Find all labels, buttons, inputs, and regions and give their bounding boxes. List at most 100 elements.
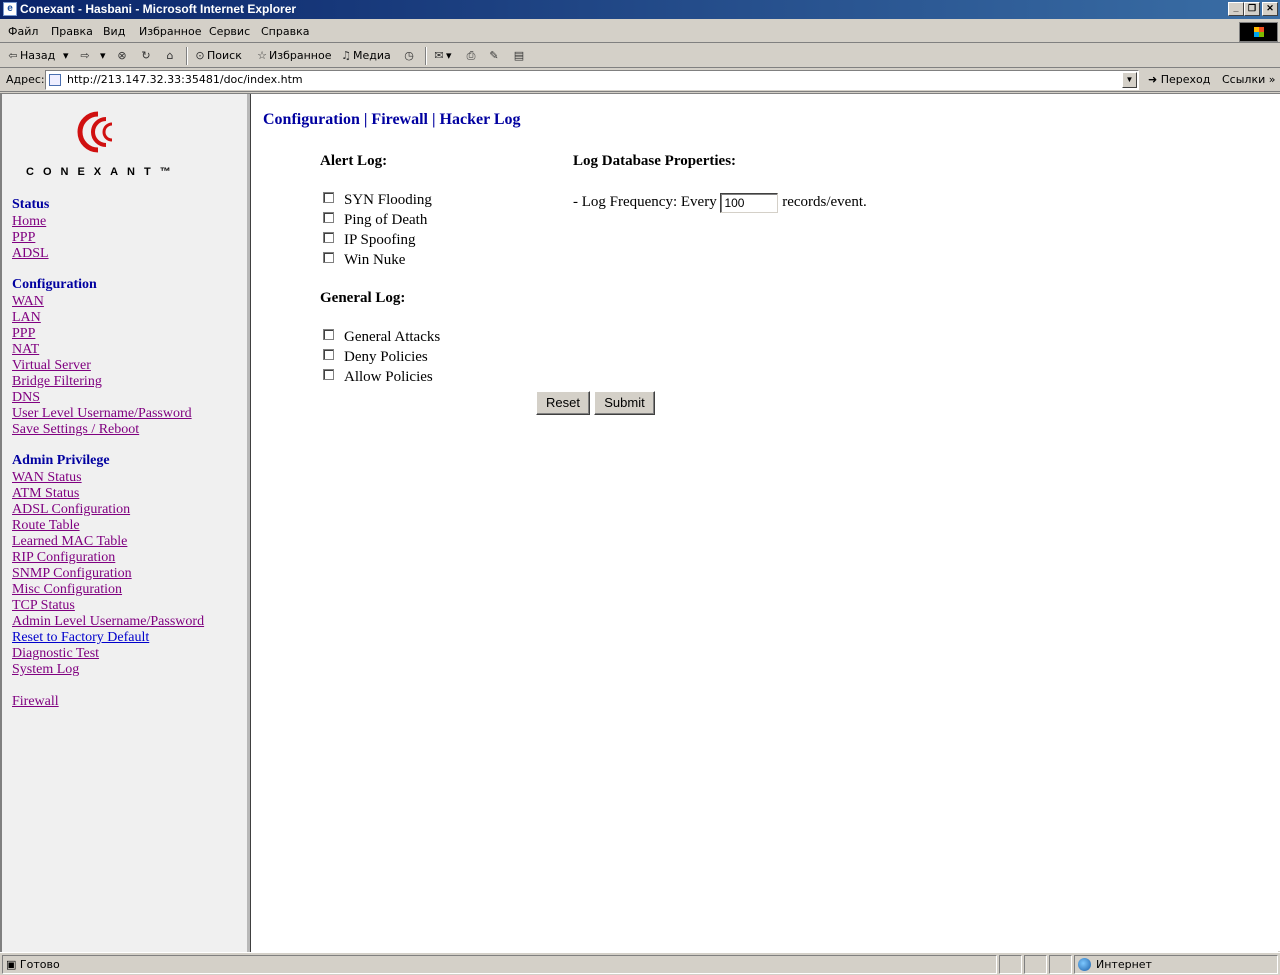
allow-policies-row[interactable]: Allow Policies [323,368,433,386]
checkbox-label: Allow Policies [344,369,433,385]
log-database-title: Log Database Properties: [573,153,737,169]
nav-admin-factory-reset[interactable]: Reset to Factory Default [12,630,149,646]
toolbar-separator [186,47,188,65]
nav-config-dns[interactable]: DNS [12,390,40,406]
nav-status-ppp[interactable]: PPP [12,230,35,246]
alert-syn-flooding-row[interactable]: SYN Flooding [323,191,432,209]
nav-admin-snmp-configuration[interactable]: SNMP Configuration [12,566,132,582]
title-bar: e Conexant - Hasbani - Microsoft Interne… [0,0,1280,19]
close-button[interactable]: ✕ [1262,2,1278,16]
configuration-heading: Configuration [12,277,97,292]
back-button[interactable]: ⇦ Назад [6,48,55,64]
menu-tools[interactable]: Сервис [209,25,250,38]
alert-ip-spoofing-row[interactable]: IP Spoofing [323,231,416,249]
nav-admin-system-log[interactable]: System Log [12,662,79,678]
general-log-title: General Log: [320,290,406,306]
checkbox[interactable] [323,252,334,263]
minimize-button[interactable]: _ [1228,2,1244,16]
zone-label: Интернет [1096,958,1152,971]
media-button[interactable]: ♫ Медиа [339,48,391,64]
menu-help[interactable]: Справка [261,25,309,38]
stop-icon: ⊗ [117,49,127,62]
checkbox[interactable] [323,232,334,243]
print-icon: ⎙ [466,49,476,62]
zone-cell: Интернет [1074,955,1278,974]
nav-config-user-password[interactable]: User Level Username/Password [12,406,192,422]
discuss-button[interactable]: ▤ [512,48,526,64]
restore-button[interactable]: ❐ [1244,2,1260,16]
alert-ping-of-death-row[interactable]: Ping of Death [323,211,427,229]
home-button[interactable]: ⌂ [163,48,177,64]
nav-admin-mac-table[interactable]: Learned MAC Table [12,534,127,550]
back-label: Назад [20,49,56,62]
nav-config-lan[interactable]: LAN [12,310,41,326]
refresh-icon: ↻ [141,49,151,62]
nav-config-virtual-server[interactable]: Virtual Server [12,358,91,374]
menu-view[interactable]: Вид [103,25,125,38]
menu-bar: Файл Правка Вид Избранное Сервис Справка [0,21,1280,43]
favorites-button[interactable]: ☆ Избранное [255,48,331,64]
menu-edit[interactable]: Правка [51,25,93,38]
log-frequency-input[interactable]: 100 [720,192,779,213]
window-title: Conexant - Hasbani - Microsoft Internet … [20,2,297,16]
checkbox[interactable] [323,192,334,203]
internet-globe-icon [1078,958,1091,971]
nav-admin-route-table[interactable]: Route Table [12,518,80,534]
nav-config-nat[interactable]: NAT [12,342,39,358]
nav-config-wan[interactable]: WAN [12,294,44,310]
menu-favorites[interactable]: Избранное [139,25,201,38]
history-button[interactable]: ◷ [402,48,416,64]
forward-dropdown-icon[interactable]: ▾ [100,48,106,64]
nav-config-ppp[interactable]: PPP [12,326,35,342]
nav-config-save-reboot[interactable]: Save Settings / Reboot [12,422,139,438]
checkbox-label: SYN Flooding [344,192,432,208]
nav-admin-admin-password[interactable]: Admin Level Username/Password [12,614,204,630]
search-button[interactable]: ⊙ Поиск [193,48,242,64]
ie-icon: e [3,2,17,16]
deny-policies-row[interactable]: Deny Policies [323,348,428,366]
search-label: Поиск [207,49,242,62]
status-cell [999,955,1022,974]
checkbox[interactable] [323,329,334,340]
toolbar: ⇦ Назад ▾ ⇨ ▾ ⊗ ↻ ⌂ ⊙ Поиск ☆ Избранное ♫ Ме… [0,44,1280,68]
nav-firewall[interactable]: Firewall [12,694,59,710]
nav-admin-rip-configuration[interactable]: RIP Configuration [12,550,115,566]
alert-win-nuke-row[interactable]: Win Nuke [323,251,405,269]
nav-admin-atm-status[interactable]: ATM Status [12,486,79,502]
back-dropdown-icon[interactable]: ▾ [63,48,69,64]
address-dropdown-icon[interactable]: ▼ [1122,72,1137,88]
nav-frame: CONEXANT™ Status Home PPP ADSL Configura… [0,94,250,952]
media-icon: ♫ [341,49,351,62]
nav-admin-tcp-status[interactable]: TCP Status [12,598,75,614]
edit-button[interactable]: ✎ [487,48,501,64]
nav-admin-adsl-configuration[interactable]: ADSL Configuration [12,502,130,518]
general-attacks-row[interactable]: General Attacks [323,328,440,346]
mail-button[interactable]: ✉ ▾ [432,48,451,64]
admin-privilege-heading: Admin Privilege [12,453,110,468]
links-label: Ссылки [1222,73,1266,86]
nav-admin-misc-configuration[interactable]: Misc Configuration [12,582,122,598]
checkbox[interactable] [323,369,334,380]
search-icon: ⊙ [195,49,205,62]
submit-button[interactable]: Submit [594,391,655,415]
menu-file[interactable]: Файл [8,25,38,38]
nav-config-bridge-filtering[interactable]: Bridge Filtering [12,374,102,390]
address-input[interactable]: http://213.147.32.33:35481/doc/index.htm… [45,70,1139,90]
address-label: Адрес: [6,73,45,86]
nav-admin-diagnostic-test[interactable]: Diagnostic Test [12,646,99,662]
mail-icon: ✉ [434,49,444,62]
refresh-button[interactable]: ↻ [139,48,153,64]
reset-button[interactable]: Reset [536,391,590,415]
forward-button[interactable]: ⇨ [78,48,92,64]
stop-button[interactable]: ⊗ [115,48,129,64]
go-button[interactable]: ➜ Переход [1148,73,1210,86]
checkbox[interactable] [323,349,334,360]
nav-admin-wan-status[interactable]: WAN Status [12,470,82,486]
print-button[interactable]: ⎙ [464,48,478,64]
links-button[interactable]: Ссылки » [1222,73,1275,86]
address-url: http://213.147.32.33:35481/doc/index.htm [67,73,303,86]
content-frame: Configuration | Firewall | Hacker Log Al… [250,94,1278,952]
checkbox[interactable] [323,212,334,223]
nav-status-adsl[interactable]: ADSL [12,246,49,262]
nav-status-home[interactable]: Home [12,214,46,230]
